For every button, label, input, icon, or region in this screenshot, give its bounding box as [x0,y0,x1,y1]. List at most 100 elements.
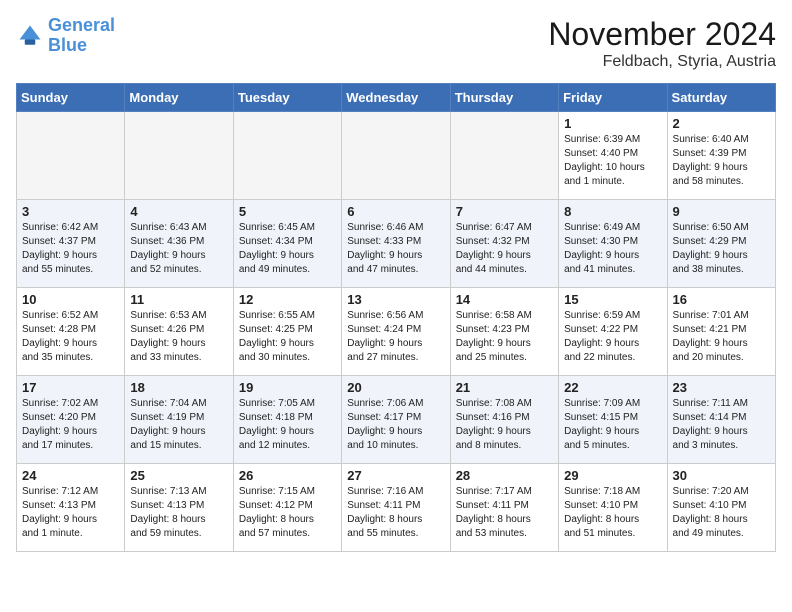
day-info: Sunrise: 6:40 AM Sunset: 4:39 PM Dayligh… [673,133,770,189]
title-block: November 2024 Feldbach, Styria, Austria [548,16,776,71]
day-info: Sunrise: 7:05 AM Sunset: 4:18 PM Dayligh… [239,397,336,453]
calendar-cell [233,112,341,200]
calendar-week-row: 1Sunrise: 6:39 AM Sunset: 4:40 PM Daylig… [17,112,776,200]
day-number: 5 [239,204,336,219]
day-number: 18 [130,380,227,395]
day-number: 10 [22,292,119,307]
calendar-cell: 11 Sunrise: 6:53 AM Sunset: 4:26 PM Dayli… [125,288,233,376]
day-info: Sunrise: 7:04 AM Sunset: 4:19 PM Dayligh… [130,397,227,453]
weekday-header: Saturday [667,84,775,112]
day-number: 3 [22,204,119,219]
day-number: 13 [347,292,444,307]
day-info: Sunrise: 7:16 AM Sunset: 4:11 PM Dayligh… [347,485,444,541]
day-number: 6 [347,204,444,219]
calendar-cell: 15 Sunrise: 6:59 AM Sunset: 4:22 PM Dayli… [559,288,667,376]
calendar-cell: 17 Sunrise: 7:02 AM Sunset: 4:20 PM Dayli… [17,376,125,464]
calendar-cell: 3 Sunrise: 6:42 AM Sunset: 4:37 PM Daylig… [17,200,125,288]
day-info: Sunrise: 6:53 AM Sunset: 4:26 PM Dayligh… [130,309,227,365]
weekday-header: Thursday [450,84,558,112]
weekday-header: Wednesday [342,84,450,112]
day-info: Sunrise: 7:09 AM Sunset: 4:15 PM Dayligh… [564,397,661,453]
day-number: 26 [239,468,336,483]
logo: General Blue [16,16,115,56]
calendar-cell: 6 Sunrise: 6:46 AM Sunset: 4:33 PM Daylig… [342,200,450,288]
calendar-week-row: 24 Sunrise: 7:12 AM Sunset: 4:13 PM Dayli… [17,464,776,552]
day-number: 17 [22,380,119,395]
calendar-cell: 23Sunrise: 7:11 AM Sunset: 4:14 PM Dayli… [667,376,775,464]
day-info: Sunrise: 6:46 AM Sunset: 4:33 PM Dayligh… [347,221,444,277]
calendar-cell: 4Sunrise: 6:43 AM Sunset: 4:36 PM Daylig… [125,200,233,288]
day-info: Sunrise: 7:06 AM Sunset: 4:17 PM Dayligh… [347,397,444,453]
calendar-cell [125,112,233,200]
logo-general: General [48,15,115,35]
calendar-cell: 29 Sunrise: 7:18 AM Sunset: 4:10 PM Dayli… [559,464,667,552]
day-number: 22 [564,380,661,395]
weekday-header: Sunday [17,84,125,112]
day-info: Sunrise: 7:13 AM Sunset: 4:13 PM Dayligh… [130,485,227,541]
calendar-cell: 5 Sunrise: 6:45 AM Sunset: 4:34 PM Daylig… [233,200,341,288]
calendar-cell: 18 Sunrise: 7:04 AM Sunset: 4:19 PM Dayli… [125,376,233,464]
day-info: Sunrise: 6:50 AM Sunset: 4:29 PM Dayligh… [673,221,770,277]
weekday-header: Friday [559,84,667,112]
month-title: November 2024 [548,16,776,53]
day-info: Sunrise: 7:15 AM Sunset: 4:12 PM Dayligh… [239,485,336,541]
calendar-cell: 27Sunrise: 7:16 AM Sunset: 4:11 PM Dayli… [342,464,450,552]
logo-text: General Blue [48,16,115,56]
calendar-cell: 22 Sunrise: 7:09 AM Sunset: 4:15 PM Dayli… [559,376,667,464]
calendar-cell: 21 Sunrise: 7:08 AM Sunset: 4:16 PM Dayli… [450,376,558,464]
day-info: Sunrise: 7:20 AM Sunset: 4:10 PM Dayligh… [673,485,770,541]
day-number: 16 [673,292,770,307]
calendar-cell [17,112,125,200]
day-info: Sunrise: 7:08 AM Sunset: 4:16 PM Dayligh… [456,397,553,453]
day-number: 24 [22,468,119,483]
day-info: Sunrise: 7:18 AM Sunset: 4:10 PM Dayligh… [564,485,661,541]
calendar-cell [342,112,450,200]
day-info: Sunrise: 6:49 AM Sunset: 4:30 PM Dayligh… [564,221,661,277]
calendar-cell: 13 Sunrise: 6:56 AM Sunset: 4:24 PM Dayli… [342,288,450,376]
day-info: Sunrise: 6:59 AM Sunset: 4:22 PM Dayligh… [564,309,661,365]
day-number: 7 [456,204,553,219]
day-info: Sunrise: 7:12 AM Sunset: 4:13 PM Dayligh… [22,485,119,541]
day-info: Sunrise: 6:47 AM Sunset: 4:32 PM Dayligh… [456,221,553,277]
calendar-week-row: 17 Sunrise: 7:02 AM Sunset: 4:20 PM Dayli… [17,376,776,464]
calendar-cell: 12Sunrise: 6:55 AM Sunset: 4:25 PM Dayli… [233,288,341,376]
calendar-cell: 7 Sunrise: 6:47 AM Sunset: 4:32 PM Daylig… [450,200,558,288]
day-info: Sunrise: 6:45 AM Sunset: 4:34 PM Dayligh… [239,221,336,277]
location: Feldbach, Styria, Austria [548,53,776,71]
calendar-week-row: 3 Sunrise: 6:42 AM Sunset: 4:37 PM Daylig… [17,200,776,288]
calendar-cell: 28 Sunrise: 7:17 AM Sunset: 4:11 PM Dayli… [450,464,558,552]
day-number: 11 [130,292,227,307]
weekday-header-row: SundayMondayTuesdayWednesdayThursdayFrid… [17,84,776,112]
calendar: SundayMondayTuesdayWednesdayThursdayFrid… [16,83,776,552]
weekday-header: Tuesday [233,84,341,112]
calendar-week-row: 10 Sunrise: 6:52 AM Sunset: 4:28 PM Dayli… [17,288,776,376]
weekday-header: Monday [125,84,233,112]
day-info: Sunrise: 6:55 AM Sunset: 4:25 PM Dayligh… [239,309,336,365]
day-info: Sunrise: 7:01 AM Sunset: 4:21 PM Dayligh… [673,309,770,365]
calendar-cell: 24 Sunrise: 7:12 AM Sunset: 4:13 PM Dayli… [17,464,125,552]
day-number: 28 [456,468,553,483]
page-header: General Blue November 2024 Feldbach, Sty… [16,16,776,71]
calendar-cell: 14Sunrise: 6:58 AM Sunset: 4:23 PM Dayli… [450,288,558,376]
logo-blue: Blue [48,36,115,56]
day-number: 25 [130,468,227,483]
calendar-cell: 20 Sunrise: 7:06 AM Sunset: 4:17 PM Dayli… [342,376,450,464]
day-number: 30 [673,468,770,483]
day-number: 29 [564,468,661,483]
calendar-cell: 19 Sunrise: 7:05 AM Sunset: 4:18 PM Dayli… [233,376,341,464]
day-number: 21 [456,380,553,395]
calendar-cell: 8Sunrise: 6:49 AM Sunset: 4:30 PM Daylig… [559,200,667,288]
day-number: 1 [564,116,661,131]
calendar-cell: 16 Sunrise: 7:01 AM Sunset: 4:21 PM Dayli… [667,288,775,376]
day-number: 15 [564,292,661,307]
day-info: Sunrise: 6:56 AM Sunset: 4:24 PM Dayligh… [347,309,444,365]
day-number: 2 [673,116,770,131]
day-info: Sunrise: 7:17 AM Sunset: 4:11 PM Dayligh… [456,485,553,541]
calendar-cell: 30 Sunrise: 7:20 AM Sunset: 4:10 PM Dayli… [667,464,775,552]
day-info: Sunrise: 7:02 AM Sunset: 4:20 PM Dayligh… [22,397,119,453]
day-number: 20 [347,380,444,395]
day-info: Sunrise: 6:42 AM Sunset: 4:37 PM Dayligh… [22,221,119,277]
day-info: Sunrise: 6:52 AM Sunset: 4:28 PM Dayligh… [22,309,119,365]
day-info: Sunrise: 7:11 AM Sunset: 4:14 PM Dayligh… [673,397,770,453]
day-number: 19 [239,380,336,395]
